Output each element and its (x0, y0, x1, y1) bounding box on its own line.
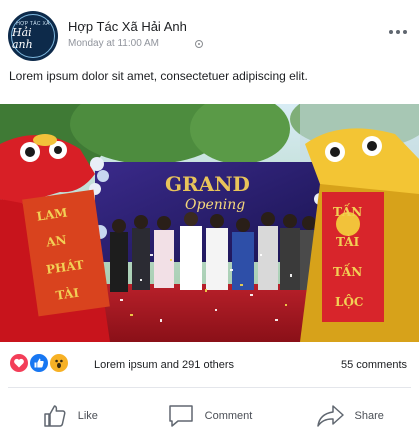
reaction-summary[interactable]: Lorem ipsum and 291 others (94, 359, 234, 371)
wow-icon (48, 352, 70, 374)
post-header: HỢP TÁC XÃ Hải anh Hợp Tác Xã Hải Anh Mo… (0, 0, 419, 66)
globe-icon (194, 39, 203, 48)
post-text: Lorem ipsum dolor sit amet, consectetuer… (9, 69, 308, 83)
comment-icon (168, 405, 193, 427)
post-timestamp[interactable]: Monday at 11:00 AM (68, 38, 159, 49)
love-icon (8, 352, 30, 374)
comment-label: Comment (204, 410, 253, 422)
page-name[interactable]: Hợp Tác Xã Hải Anh (68, 19, 187, 34)
share-icon (316, 405, 344, 427)
share-label: Share (354, 410, 384, 422)
thumbs-up-icon (43, 405, 66, 427)
reaction-icons[interactable] (8, 352, 70, 374)
like-label: Like (77, 410, 98, 422)
right-scroll-line-3: TẤN (333, 262, 362, 279)
like-button[interactable]: Like (0, 392, 140, 440)
right-scroll-line-1: TẤN (333, 202, 362, 219)
right-scroll-line-2: TÀI (336, 234, 360, 249)
banner-subtitle: Opening (185, 197, 245, 213)
page-logo: HỢP TÁC XÃ Hải anh (11, 14, 55, 58)
like-icon (28, 352, 50, 374)
reactions-bar: Lorem ipsum and 291 others 55 comments (0, 344, 419, 384)
post-photo[interactable]: GRAND Opening LAM AN PHÁT TÀI TẤN TÀI TẤ… (0, 104, 419, 342)
left-scroll-line-2: AN (44, 233, 67, 250)
more-options-icon[interactable] (389, 30, 407, 34)
share-button[interactable]: Share (279, 392, 419, 440)
banner-title: GRAND (165, 172, 250, 196)
comment-button[interactable]: Comment (140, 392, 280, 440)
divider (8, 387, 411, 388)
logo-main-text: Hải anh (12, 26, 33, 51)
comments-count[interactable]: 55 comments (341, 359, 407, 371)
right-scroll-line-4: LỘC (335, 293, 363, 309)
post-meta: Monday at 11:00 AM (68, 38, 203, 49)
avatar[interactable]: HỢP TÁC XÃ Hải anh (8, 11, 58, 61)
action-bar: Like Comment Share (0, 392, 419, 440)
